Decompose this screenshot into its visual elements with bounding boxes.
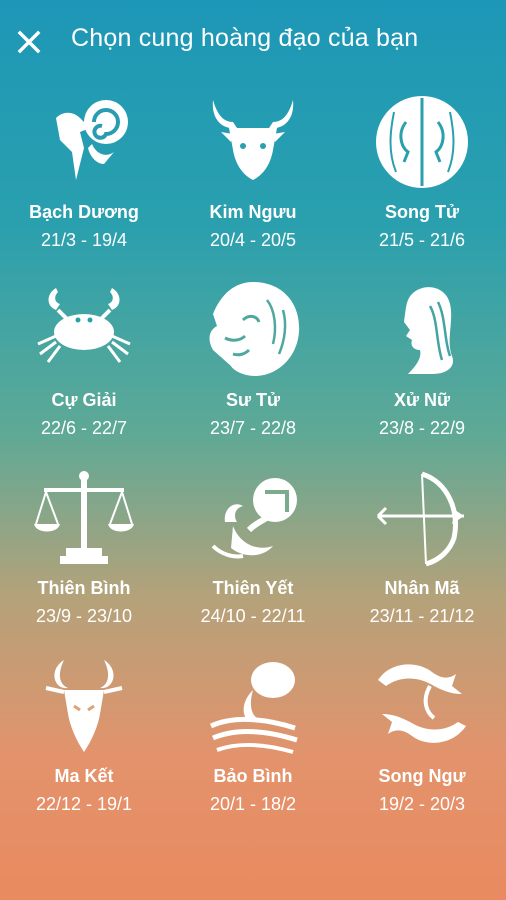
aries-ram-icon bbox=[56, 100, 128, 180]
sign-name: Thiên Yết bbox=[212, 578, 294, 598]
sagittarius-bow-icon bbox=[376, 471, 464, 567]
sign-dates: 22/6 - 22/7 bbox=[40, 418, 128, 438]
sign-dates: 20/1 - 18/2 bbox=[209, 794, 297, 814]
sign-name: Xử Nữ bbox=[393, 390, 451, 410]
zodiac-item-sagittarius[interactable]: Nhân Mã 23/11 - 21/12 bbox=[338, 464, 506, 651]
aquarius-water-icon bbox=[209, 662, 298, 754]
libra-scales-icon bbox=[34, 471, 134, 564]
cancer-crab-icon bbox=[37, 288, 131, 363]
sign-name: Nhân Mã bbox=[384, 578, 460, 598]
sign-name: Cự Giải bbox=[51, 390, 117, 410]
zodiac-item-libra[interactable]: Thiên Bình 23/9 - 23/10 bbox=[0, 464, 168, 651]
sign-dates: 21/5 - 21/6 bbox=[378, 230, 466, 250]
leo-lion-icon bbox=[209, 282, 300, 376]
sign-name: Song Ngư bbox=[378, 766, 466, 786]
sign-name: Bạch Dương bbox=[29, 202, 139, 222]
sign-dates: 20/4 - 20/5 bbox=[209, 230, 297, 250]
sign-dates: 19/2 - 20/3 bbox=[378, 794, 466, 814]
zodiac-item-aquarius[interactable]: Bảo Bình 20/1 - 18/2 bbox=[169, 652, 337, 839]
zodiac-item-gemini[interactable]: Song Tử 21/5 - 21/6 bbox=[338, 88, 506, 275]
zodiac-item-pisces[interactable]: Song Ngư 19/2 - 20/3 bbox=[338, 652, 506, 839]
sign-dates: 23/11 - 21/12 bbox=[369, 606, 475, 626]
zodiac-item-aries[interactable]: Bạch Dương 21/3 - 19/4 bbox=[0, 88, 168, 275]
gemini-twins-icon bbox=[376, 96, 468, 188]
scorpio-scorpion-icon bbox=[211, 478, 297, 559]
sign-dates: 22/12 - 19/1 bbox=[35, 794, 133, 814]
virgo-maiden-icon bbox=[404, 287, 454, 374]
zodiac-item-virgo[interactable]: Xử Nữ 23/8 - 22/9 bbox=[338, 276, 506, 463]
sign-dates: 23/7 - 22/8 bbox=[209, 418, 297, 438]
pisces-fish-icon bbox=[378, 664, 466, 743]
zodiac-item-leo[interactable]: Sư Tử 23/7 - 22/8 bbox=[169, 276, 337, 463]
close-icon bbox=[17, 30, 41, 54]
zodiac-item-cancer[interactable]: Cự Giải 22/6 - 22/7 bbox=[0, 276, 168, 463]
zodiac-item-capricorn[interactable]: Ma Kết 22/12 - 19/1 bbox=[0, 652, 168, 839]
taurus-bull-icon bbox=[212, 100, 294, 180]
sign-name: Song Tử bbox=[384, 202, 460, 222]
page-title: Chọn cung hoàng đạo của bạn bbox=[71, 24, 419, 52]
close-button[interactable] bbox=[14, 27, 44, 57]
sign-dates: 21/3 - 19/4 bbox=[40, 230, 128, 250]
sign-name: Thiên Bình bbox=[37, 578, 131, 598]
header-bar: Chọn cung hoàng đạo của bạn bbox=[0, 0, 506, 84]
zodiac-item-scorpio[interactable]: Thiên Yết 24/10 - 22/11 bbox=[169, 464, 337, 651]
sign-dates: 23/9 - 23/10 bbox=[35, 606, 133, 626]
sign-name: Kim Ngưu bbox=[209, 202, 297, 222]
sign-dates: 23/8 - 22/9 bbox=[378, 418, 466, 438]
capricorn-goat-icon bbox=[45, 660, 123, 752]
sign-name: Ma Kết bbox=[54, 766, 114, 786]
sign-name: Bảo Bình bbox=[213, 766, 293, 786]
zodiac-item-taurus[interactable]: Kim Ngưu 20/4 - 20/5 bbox=[169, 88, 337, 275]
sign-dates: 24/10 - 22/11 bbox=[200, 606, 306, 626]
sign-name: Sư Tử bbox=[225, 390, 281, 410]
